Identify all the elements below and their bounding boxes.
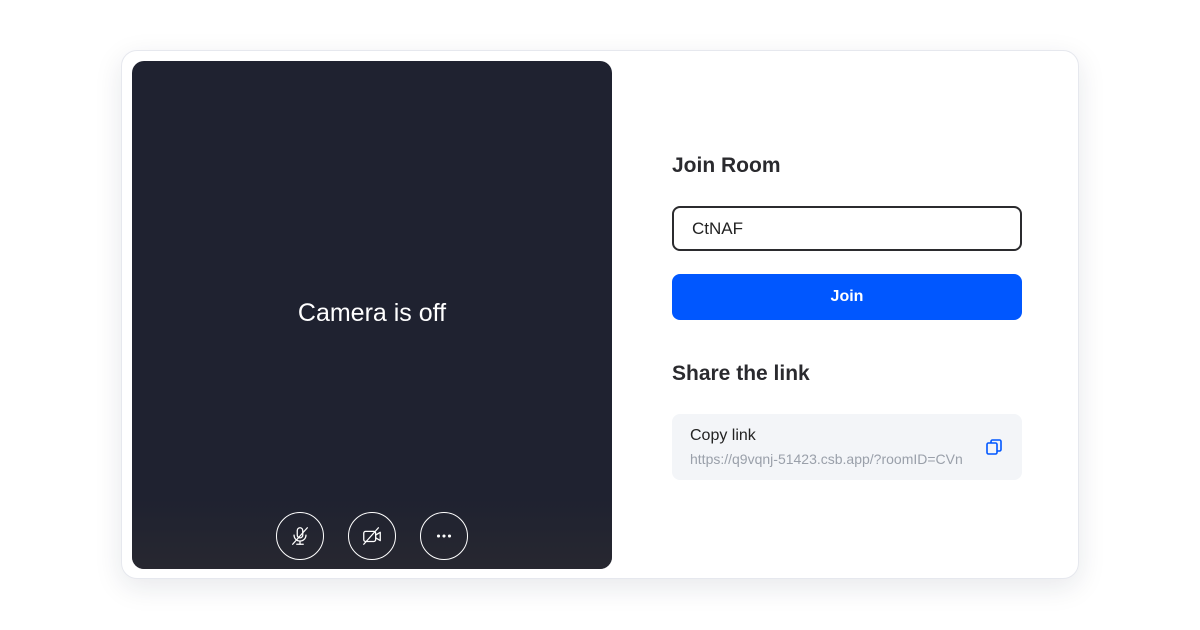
toggle-mic-button[interactable] — [276, 512, 324, 560]
video-preview: Camera is off — [132, 61, 612, 569]
camera-off-icon — [363, 527, 381, 545]
join-room-card: Camera is off Join Room CtNAF Join Share… — [121, 50, 1079, 579]
join-room-heading: Join Room — [672, 154, 781, 177]
share-url: https://q9vqnj-51423.csb.app/?roomID=CVn — [690, 451, 963, 467]
camera-status-text: Camera is off — [297, 299, 447, 327]
share-link-heading: Share the link — [672, 362, 810, 385]
copy-link-label: Copy link — [690, 427, 756, 444]
join-button[interactable]: Join — [672, 274, 1022, 320]
join-panel: Join Room Join Share the link Copy link … — [672, 51, 1022, 578]
room-id-input[interactable] — [672, 206, 1022, 251]
toggle-camera-button[interactable] — [348, 512, 396, 560]
copy-link-box[interactable]: Copy link https://q9vqnj-51423.csb.app/?… — [672, 414, 1022, 480]
video-controls — [132, 512, 612, 560]
more-options-button[interactable] — [420, 512, 468, 560]
copy-icon[interactable] — [985, 438, 1003, 456]
mic-off-icon — [292, 527, 308, 545]
more-icon — [436, 534, 452, 538]
